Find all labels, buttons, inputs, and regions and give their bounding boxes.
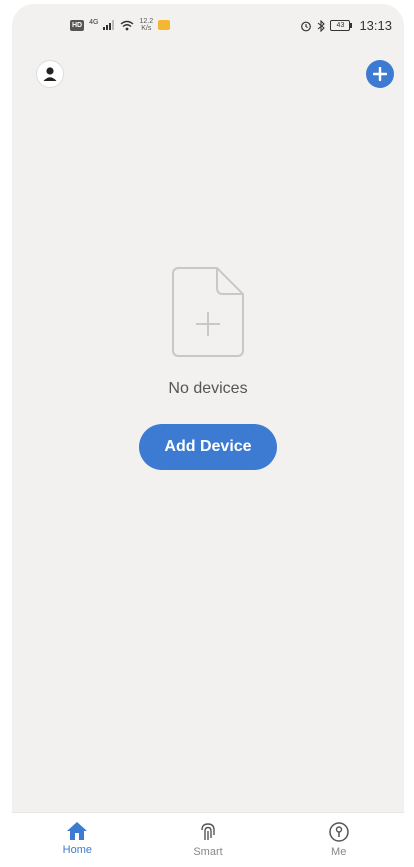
add-button[interactable] [366,60,394,88]
clock: 13:13 [359,18,392,33]
tab-label: Smart [193,846,223,858]
tab-home[interactable]: Home [12,813,143,863]
profile-avatar-button[interactable] [36,60,64,88]
battery-icon: 43 [330,20,353,31]
plus-icon [373,67,387,81]
person-icon [43,67,57,81]
tab-smart[interactable]: Smart [143,813,274,863]
wifi-icon [121,20,134,30]
tab-me[interactable]: Me [273,813,404,863]
hd-badge: HD [70,19,85,31]
add-file-icon [172,267,244,357]
network-type: 4G [89,18,99,26]
signal-icon [103,20,115,30]
status-bar: HD 4G 12.2 K/s 43 13:13 [12,18,404,38]
no-devices-message: No devices [168,380,248,397]
profile-icon [328,822,349,842]
add-device-button[interactable]: Add Device [139,424,277,470]
notification-icon [158,20,171,30]
empty-state: No devices Add Device [12,266,404,470]
phone-screen: HD 4G 12.2 K/s 43 13:13 No devices Add D… [12,4,404,863]
fingerprint-icon [201,823,215,841]
tab-label: Me [331,846,347,858]
bottom-tab-bar: Home Smart Me [12,812,404,863]
bluetooth-icon [318,19,326,32]
home-icon [67,822,88,840]
alarm-icon [301,21,312,31]
tab-label: Home [62,844,92,856]
network-speed: 12.2 K/s [139,18,154,32]
